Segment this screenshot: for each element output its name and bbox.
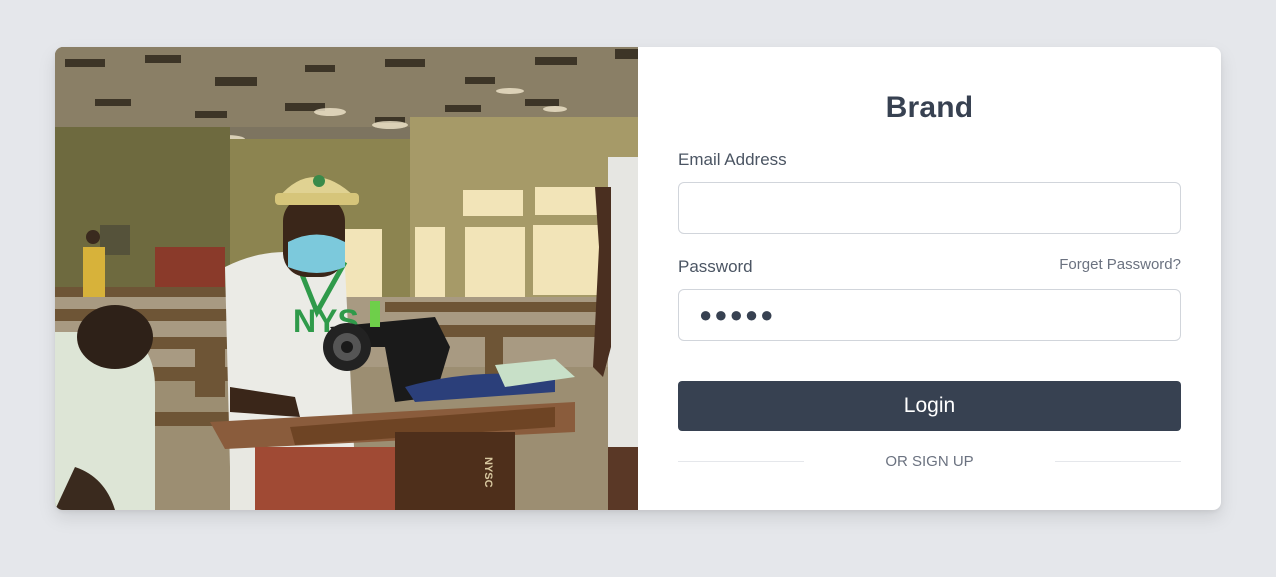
svg-text:NYSC: NYSC	[482, 457, 494, 488]
login-button[interactable]: Login	[678, 381, 1181, 431]
hero-photo: NYS NYSC	[55, 47, 638, 510]
email-label: Email Address	[678, 150, 787, 169]
divider-line-right	[1055, 461, 1181, 462]
login-card: NYS NYSC Brand Email Address Password Fo…	[55, 47, 1221, 510]
photo-illustration: NYS NYSC	[55, 47, 638, 510]
email-field[interactable]	[678, 182, 1181, 234]
password-label: Password	[678, 257, 753, 276]
login-form: Brand Email Address Password Forget Pass…	[638, 47, 1221, 510]
signup-divider: OR SIGN UP	[678, 450, 1181, 474]
forgot-password-link[interactable]: Forget Password?	[1059, 256, 1181, 273]
brand-title: Brand	[885, 91, 974, 124]
password-field[interactable]	[678, 289, 1181, 341]
